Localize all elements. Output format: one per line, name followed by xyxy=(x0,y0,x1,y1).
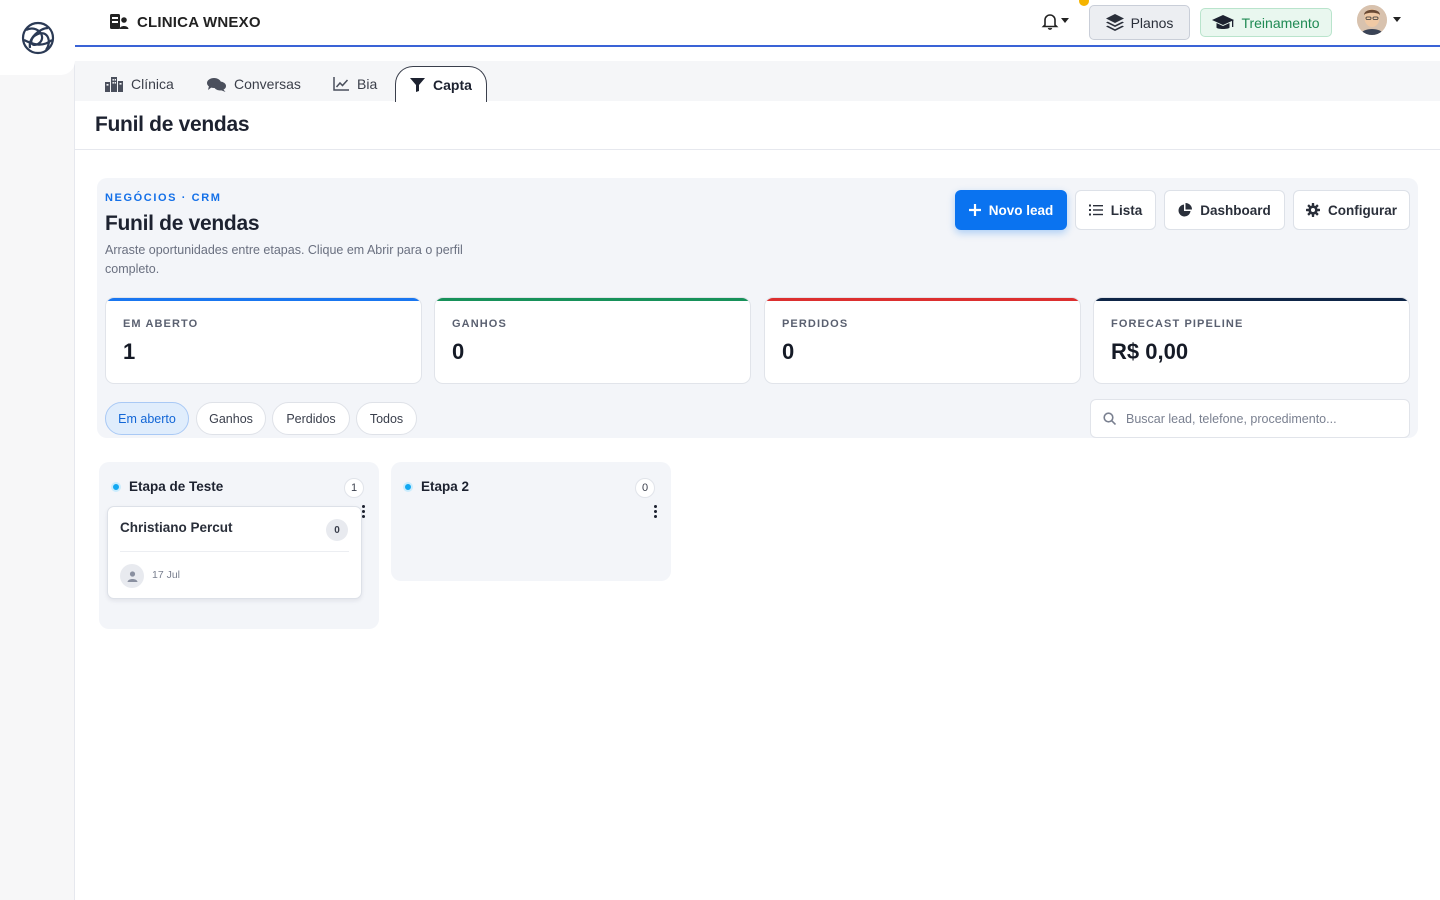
kpi-value: R$ 0,00 xyxy=(1111,339,1189,364)
tab-label: Clínica xyxy=(131,76,174,92)
assignee-avatar xyxy=(120,564,144,588)
user-avatar-icon xyxy=(1357,5,1387,35)
column-count-badge: 0 xyxy=(635,478,655,498)
kpi-accent-bar xyxy=(765,298,1080,301)
planos-label: Planos xyxy=(1130,14,1174,31)
layers-icon xyxy=(1105,14,1124,31)
kpi-value: 1 xyxy=(123,339,136,364)
tab-clinica[interactable]: Clínica xyxy=(105,66,174,102)
kpi-accent-bar xyxy=(1094,298,1409,301)
chat-icon xyxy=(207,77,226,92)
chip-label: Em aberto xyxy=(118,411,176,426)
crm-panel: NEGÓCIOS · CRM Funil de vendas Arraste o… xyxy=(97,178,1418,438)
kpi-card-open: EM ABERTO 1 xyxy=(105,297,422,384)
column-menu-icon[interactable] xyxy=(649,502,661,520)
kpi-card-won: GANHOS 0 xyxy=(434,297,751,384)
kpi-label: FORECAST PIPELINE xyxy=(1111,318,1244,330)
module-tabs: Clínica Conversas Bia Capta xyxy=(75,61,1440,102)
column-status-dot xyxy=(403,481,413,492)
tab-conversas[interactable]: Conversas xyxy=(207,66,301,102)
column-count-badge: 1 xyxy=(344,478,364,498)
notifications-button[interactable] xyxy=(1041,12,1069,30)
chip-label: Ganhos xyxy=(209,411,253,426)
column-status-dot xyxy=(111,481,121,492)
notification-dot xyxy=(1079,0,1089,6)
panel-title: Funil de vendas xyxy=(105,212,260,235)
clinic-name: CLINICA WNEXO xyxy=(137,13,261,31)
treinamento-label: Treinamento xyxy=(1241,14,1320,31)
tab-label: Conversas xyxy=(234,76,301,92)
dashboard-button[interactable]: Dashboard xyxy=(1164,190,1285,230)
kpi-accent-bar xyxy=(435,298,750,301)
left-sidebar xyxy=(0,0,75,900)
new-lead-button[interactable]: Novo lead xyxy=(955,190,1067,230)
caret-down-icon xyxy=(1061,18,1069,23)
list-view-label: Lista xyxy=(1110,202,1143,218)
graduation-cap-icon xyxy=(1212,14,1235,29)
chip-label: Todos xyxy=(369,411,404,426)
search-icon xyxy=(1103,412,1116,425)
user-icon xyxy=(127,570,137,582)
bell-icon xyxy=(1041,14,1059,30)
funnel-icon xyxy=(410,77,425,92)
search-input[interactable] xyxy=(1126,411,1386,426)
filter-chip-all[interactable]: Todos xyxy=(356,402,417,435)
column-title: Etapa de Teste xyxy=(129,479,224,494)
building-icon xyxy=(105,76,123,92)
kpi-label: GANHOS xyxy=(452,318,507,330)
gear-icon xyxy=(1306,203,1320,217)
filter-chip-won[interactable]: Ganhos xyxy=(196,402,266,435)
clinic-id-icon xyxy=(110,14,129,29)
column-header: Etapa de Teste xyxy=(111,479,223,494)
column-header: Etapa 2 xyxy=(403,479,469,494)
clinic-selector[interactable]: CLINICA WNEXO xyxy=(109,13,261,31)
page-title: Funil de vendas xyxy=(95,113,250,136)
dashboard-label: Dashboard xyxy=(1200,202,1271,218)
panel-eyebrow: NEGÓCIOS · CRM xyxy=(105,192,222,204)
new-lead-label: Novo lead xyxy=(988,202,1054,218)
kanban-column-etapa-de-teste: Etapa de Teste 1 Christiano Percut 0 17 … xyxy=(99,462,379,629)
kpi-value: 0 xyxy=(452,339,465,364)
logo-knot-icon xyxy=(21,21,54,54)
kpi-accent-bar xyxy=(106,298,421,301)
kpi-card-lost: PERDIDOS 0 xyxy=(764,297,1081,384)
divider xyxy=(75,149,1440,150)
user-menu[interactable] xyxy=(1357,5,1401,35)
lead-score-badge: 0 xyxy=(326,519,348,541)
kanban-column-etapa-2: Etapa 2 0 xyxy=(391,462,671,581)
tab-label: Bia xyxy=(357,76,378,92)
kpi-label: PERDIDOS xyxy=(782,318,849,330)
filter-chip-lost[interactable]: Perdidos xyxy=(272,402,350,435)
list-view-button[interactable]: Lista xyxy=(1075,190,1156,230)
tab-bia[interactable]: Bia xyxy=(333,66,377,102)
kpi-card-forecast: FORECAST PIPELINE R$ 0,00 xyxy=(1093,297,1410,384)
tab-label: Capta xyxy=(433,76,472,93)
card-divider xyxy=(120,551,349,552)
plus-icon xyxy=(968,204,981,216)
lead-name: Christiano Percut xyxy=(120,520,233,535)
chip-label: Perdidos xyxy=(286,411,336,426)
planos-button[interactable]: Planos xyxy=(1089,5,1190,40)
kpi-value: 0 xyxy=(782,339,795,364)
treinamento-button[interactable]: Treinamento xyxy=(1200,8,1332,37)
list-icon xyxy=(1088,204,1103,216)
line-chart-icon xyxy=(333,77,349,91)
lead-date: 17 Jul xyxy=(152,569,181,581)
kpi-label: EM ABERTO xyxy=(123,318,199,330)
lead-card[interactable]: Christiano Percut 0 17 Jul xyxy=(107,506,362,599)
filter-chip-open[interactable]: Em aberto xyxy=(105,402,189,435)
panel-description: Arraste oportunidades entre etapas. Cliq… xyxy=(105,243,463,276)
tab-capta[interactable]: Capta xyxy=(395,66,487,102)
top-bar: CLINICA WNEXO Planos Treinamento xyxy=(75,0,1440,47)
caret-down-icon xyxy=(1393,17,1401,22)
column-title: Etapa 2 xyxy=(421,479,470,494)
configure-label: Configurar xyxy=(1328,202,1397,218)
lead-search[interactable] xyxy=(1090,399,1410,438)
configure-button[interactable]: Configurar xyxy=(1293,190,1410,230)
app-logo[interactable] xyxy=(0,0,75,75)
avatar xyxy=(1357,5,1387,35)
pie-chart-icon xyxy=(1178,203,1193,217)
